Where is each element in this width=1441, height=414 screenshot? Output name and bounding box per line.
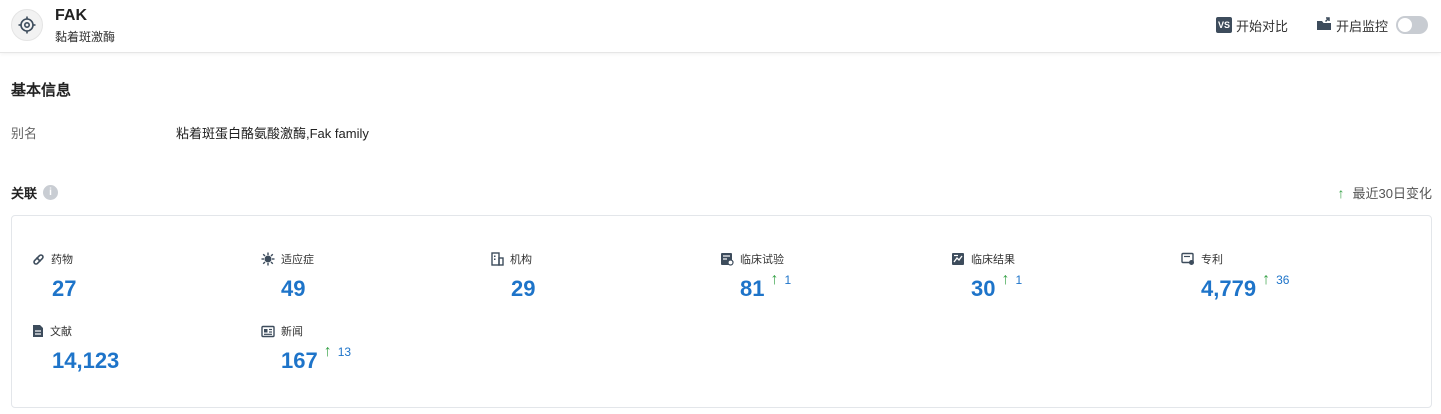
stat-label: 适应症 (281, 254, 314, 266)
stat-value-link[interactable]: 167 (281, 347, 318, 375)
stat-literature: 文献 14,123 (32, 323, 119, 375)
recent-change-legend: ↑ 最近30日变化 (1338, 183, 1432, 202)
stat-value-link[interactable]: 49 (281, 275, 305, 303)
stat-label: 临床试验 (740, 254, 784, 266)
document-icon (32, 324, 44, 338)
recent-change-label: 最近30日变化 (1352, 186, 1432, 201)
monitor-icon (1316, 16, 1332, 34)
stat-value-link[interactable]: 30 (971, 275, 995, 303)
target-icon (11, 9, 43, 41)
relations-title-text: 关联 (11, 186, 38, 201)
clinical-result-icon (951, 252, 965, 266)
stat-delta-value: 36 (1276, 273, 1290, 287)
page-subtitle: 黏着斑激酶 (55, 30, 116, 44)
stat-delta: ↑ 1 (770, 271, 791, 289)
stat-delta-value: 1 (1015, 273, 1023, 287)
virus-icon (261, 252, 275, 266)
vs-icon: VS (1216, 17, 1232, 33)
info-icon[interactable]: i (43, 185, 59, 200)
stat-label: 文献 (50, 326, 72, 338)
stat-delta: ↑ 13 (324, 343, 351, 361)
relations-card: 药物 27 适应症 49 机构 29 临床试验 81 ↑ 1 临床结果 30 ↑… (11, 215, 1432, 408)
monitor-control: 开启监控 (1316, 15, 1429, 35)
up-arrow-icon: ↑ (770, 271, 779, 288)
basic-info-title: 基本信息 (11, 82, 72, 99)
start-compare-label: 开始对比 (1236, 18, 1289, 34)
stat-label: 新闻 (281, 326, 303, 338)
page-title: FAK (55, 7, 87, 24)
pill-icon (32, 253, 45, 266)
stat-value-link[interactable]: 14,123 (52, 347, 119, 375)
monitor-label: 开启监控 (1336, 18, 1389, 34)
start-compare-button[interactable]: VS 开始对比 (1216, 15, 1288, 35)
stat-delta: ↑ 36 (1262, 271, 1289, 289)
monitor-toggle[interactable] (1396, 16, 1429, 34)
alias-label: 别名 (11, 126, 38, 141)
stat-news: 新闻 167 ↑ 13 (261, 323, 351, 375)
stat-delta-value: 13 (337, 345, 352, 359)
stat-clinical-results: 临床结果 30 ↑ 1 (951, 251, 1022, 303)
stat-indications: 适应症 49 (261, 251, 314, 303)
stat-drugs: 药物 27 (32, 251, 76, 303)
stat-patents: 专利 4,779 ↑ 36 (1181, 251, 1289, 303)
up-arrow-icon: ↑ (1337, 184, 1345, 201)
stat-label: 专利 (1201, 254, 1223, 266)
building-icon (491, 252, 504, 266)
stat-clinical-trials: 临床试验 81 ↑ 1 (720, 251, 791, 303)
news-icon (261, 325, 275, 338)
up-arrow-icon: ↑ (1262, 271, 1271, 288)
alias-value: 粘着斑蛋白酪氨酸激酶,Fak family (176, 126, 369, 141)
stat-label: 机构 (510, 254, 532, 266)
stat-organizations: 机构 29 (491, 251, 535, 303)
stat-value-link[interactable]: 81 (740, 275, 764, 303)
up-arrow-icon: ↑ (1001, 271, 1010, 288)
clinical-trial-icon (720, 252, 734, 266)
stat-value-link[interactable]: 4,779 (1201, 275, 1256, 303)
stat-label: 临床结果 (971, 254, 1015, 266)
page-header: FAK 黏着斑激酶 VS 开始对比 开启监控 (0, 0, 1441, 53)
up-arrow-icon: ↑ (323, 343, 332, 360)
stat-delta: ↑ 1 (1001, 271, 1022, 289)
stat-delta-value: 1 (784, 273, 792, 287)
stat-value-link[interactable]: 27 (52, 275, 76, 303)
stat-value-link[interactable]: 29 (511, 275, 535, 303)
stat-label: 药物 (51, 254, 73, 266)
relations-title: 关联 i (11, 183, 59, 202)
patent-icon (1181, 252, 1195, 266)
